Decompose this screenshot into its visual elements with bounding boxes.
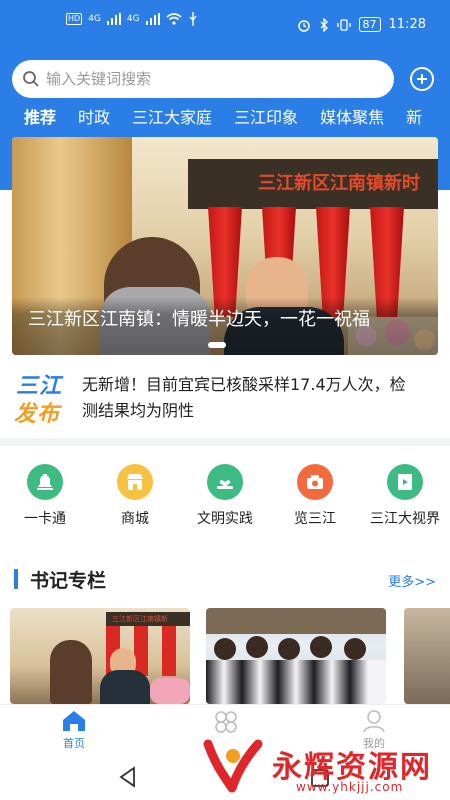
- thumb-person-man-body: [100, 670, 150, 704]
- thumb-flowers: [150, 678, 190, 704]
- heart-hand-icon: [207, 464, 243, 500]
- nav-home[interactable]: 首页: [44, 709, 104, 751]
- watermark-url: www.yhkjjj.com: [296, 780, 404, 794]
- usb-icon: [189, 12, 197, 26]
- watermark-logo: 永辉资源网 www.yhkjjj.com: [196, 736, 450, 800]
- article-thumbnail[interactable]: [206, 608, 386, 704]
- tab-more-partial[interactable]: 新: [406, 104, 422, 130]
- thumb-flag: [134, 626, 148, 676]
- section-accent-bar: [14, 569, 18, 589]
- bluetooth-icon: [320, 17, 328, 32]
- vibrate-icon: [336, 18, 351, 31]
- shortcut-label: 商城: [121, 511, 149, 527]
- signal-icon: [106, 13, 121, 25]
- thumb-person-woman: [50, 640, 92, 704]
- banner-sign: 三江新区江南镇新时: [188, 159, 438, 209]
- shortcut-view-sanjiang[interactable]: 览三江: [270, 464, 360, 534]
- user-icon: [363, 710, 385, 733]
- nav-home-label: 首页: [63, 737, 85, 750]
- thumb-person: [278, 638, 300, 660]
- thumb-flag: [162, 626, 176, 676]
- shortcut-mall[interactable]: 商城: [90, 464, 180, 534]
- watermark-emblem-icon: [203, 739, 263, 793]
- battery-indicator: 87: [358, 17, 381, 32]
- signal-label-1: 4G: [88, 14, 101, 24]
- more-link[interactable]: 更多>>: [388, 571, 436, 590]
- news-headline[interactable]: 无新增！目前宜宾已核酸采样17.4万人次，检测结果均为阴性: [82, 372, 412, 424]
- status-time: 11:28: [388, 17, 426, 32]
- shortcut-grid: 一卡通 商城 文明实践 览三江 三江大视界: [0, 464, 450, 534]
- banner-caption: 三江新区江南镇：情暖半边天，一花一祝福: [28, 309, 370, 330]
- thumb-person: [246, 636, 268, 658]
- shop-icon: [117, 464, 153, 500]
- status-right: 87 11:28: [297, 17, 426, 32]
- shortcut-label: 文明实践: [197, 511, 253, 527]
- logo-line-2: 发布: [14, 402, 61, 427]
- signal-label-2: 4G: [126, 14, 140, 24]
- category-tabs: 推荐 时政 三江大家庭 三江印象 媒体聚焦 新: [24, 104, 450, 130]
- thumb-group: [206, 660, 386, 704]
- nav-services[interactable]: [196, 709, 256, 735]
- back-icon[interactable]: [118, 766, 138, 788]
- banner-carousel[interactable]: 三江新区江南镇新时 三江新区江南镇：情暖半边天，一花一祝福: [12, 137, 438, 355]
- thumb-person: [344, 638, 366, 660]
- shortcut-label: 三江大视界: [370, 511, 440, 527]
- search-icon: [23, 71, 39, 87]
- bell-icon: [27, 464, 63, 500]
- thumb-person: [310, 636, 332, 658]
- grid-icon: [215, 711, 237, 733]
- home-icon: [63, 711, 85, 731]
- tab-politics[interactable]: 时政: [78, 104, 110, 130]
- search-bar[interactable]: [12, 60, 394, 98]
- film-icon: [387, 464, 423, 500]
- shortcut-label: 览三江: [294, 511, 336, 527]
- hd-badge: HD: [66, 13, 83, 25]
- article-thumbnail[interactable]: 三江新区江南镇新: [10, 608, 190, 704]
- thumb-ceiling: [206, 608, 386, 634]
- carousel-indicator: [208, 342, 226, 348]
- shortcut-label: 一卡通: [24, 511, 66, 527]
- section-divider: [0, 438, 450, 446]
- signal-icon-2: [145, 13, 160, 25]
- section-title: 书记专栏: [30, 570, 107, 592]
- sanjiang-fabu-logo: 三江 发布: [14, 368, 70, 427]
- add-button[interactable]: [410, 67, 434, 91]
- column-thumbnails: 三江新区江南镇新: [10, 608, 450, 704]
- thumb-sign: 三江新区江南镇新: [106, 612, 190, 626]
- article-thumbnail[interactable]: [404, 608, 450, 704]
- wifi-icon: [166, 13, 182, 25]
- shortcut-big-vision[interactable]: 三江大视界: [360, 464, 450, 534]
- tab-recommend[interactable]: 推荐: [24, 104, 56, 130]
- alarm-icon: [297, 19, 310, 32]
- tab-sanjiang-impression[interactable]: 三江印象: [234, 104, 298, 130]
- status-bar: HD 4G 4G 87 11:28: [0, 0, 450, 52]
- shortcut-civilization[interactable]: 文明实践: [180, 464, 270, 534]
- tab-media-focus[interactable]: 媒体聚焦: [320, 104, 384, 130]
- tab-sanjiang-family[interactable]: 三江大家庭: [132, 104, 212, 130]
- camera-icon: [297, 464, 333, 500]
- search-input[interactable]: [46, 70, 346, 88]
- search-row: [12, 60, 438, 98]
- thumb-person: [214, 638, 236, 660]
- network-indicators: HD 4G 4G: [66, 12, 198, 26]
- shortcut-card[interactable]: 一卡通: [0, 464, 90, 534]
